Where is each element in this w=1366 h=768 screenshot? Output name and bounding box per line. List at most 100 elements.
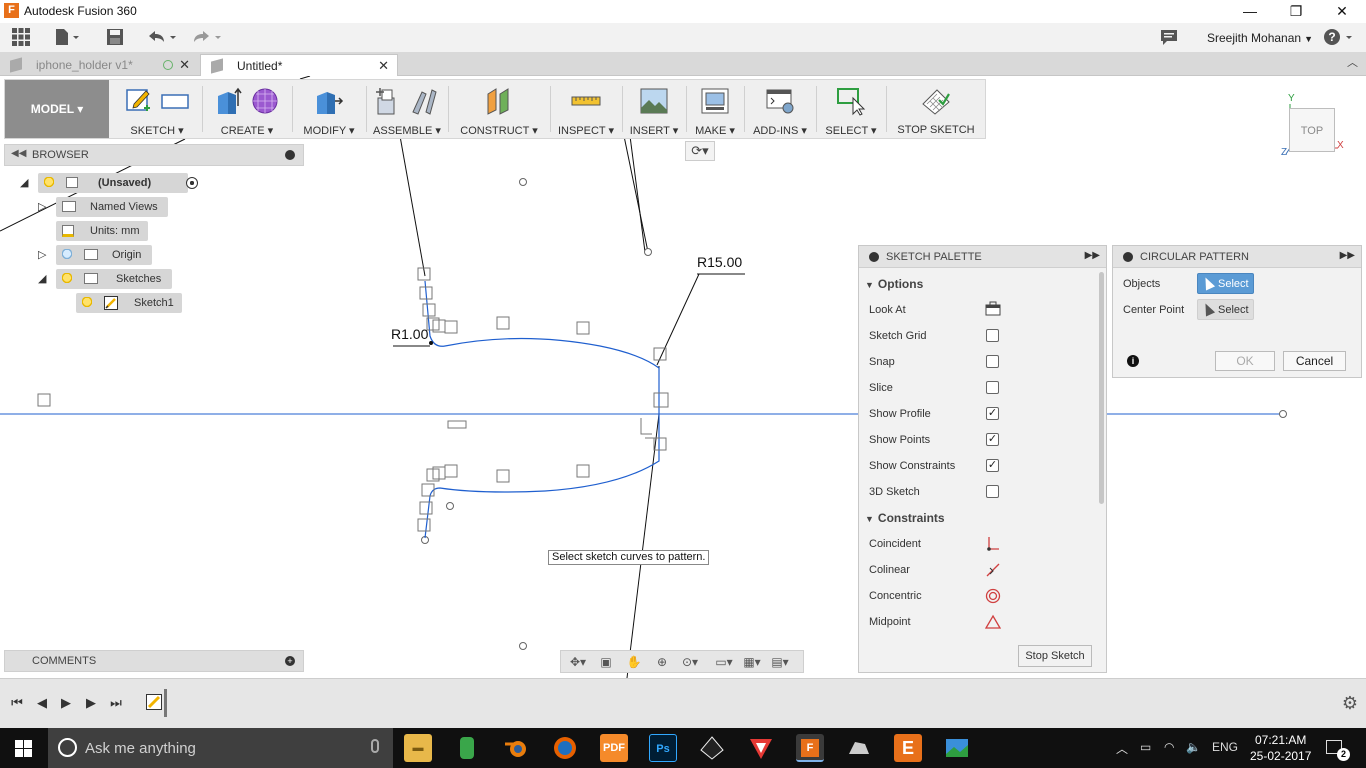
look-at-icon[interactable]	[985, 301, 1001, 317]
collapse-ribbon-icon[interactable]: ︿	[1347, 54, 1358, 70]
sketch1-node[interactable]: Sketch1	[76, 293, 182, 313]
modify-group[interactable]: MODIFY ▾	[293, 80, 365, 138]
go-to-start-icon[interactable]: ⏮	[9, 695, 25, 711]
option-slice[interactable]: Slice	[869, 378, 1089, 398]
user-account-menu[interactable]: Sreejith Mohanan ▼	[1207, 31, 1313, 45]
language-indicator[interactable]: ENG	[1212, 740, 1238, 754]
help-icon[interactable]: ?	[1323, 28, 1357, 48]
add-comment-icon[interactable]: +	[285, 656, 295, 666]
fusion-360-taskbar-icon[interactable]: F	[796, 734, 824, 762]
select-cursor-icon[interactable]	[836, 86, 866, 116]
constraint-concentric[interactable]: Concentric	[869, 586, 1089, 606]
circular-pattern-header[interactable]: CIRCULAR PATTERN ▶▶	[1113, 246, 1361, 268]
pan-hand-icon[interactable]: ✋	[623, 654, 645, 670]
minimize-panel-icon[interactable]	[285, 150, 295, 160]
visibility-bulb-icon[interactable]	[44, 177, 54, 189]
insert-group[interactable]: INSERT ▾	[623, 80, 685, 138]
minimize-palette-icon[interactable]	[869, 252, 879, 262]
3d-print-icon[interactable]	[700, 86, 730, 116]
expand-palette-icon[interactable]: ▶▶	[1085, 250, 1100, 261]
palette-scrollbar[interactable]	[1099, 272, 1104, 504]
tab-untitled[interactable]: Untitled* ✕	[200, 54, 398, 76]
midpoint-icon[interactable]	[984, 614, 1002, 630]
microphone-icon[interactable]	[371, 739, 379, 753]
vivaldi-icon[interactable]	[747, 734, 775, 762]
center-point-select-button[interactable]: Select	[1197, 299, 1254, 320]
stop-sketch-button[interactable]: Stop Sketch	[1018, 645, 1092, 667]
concentric-icon[interactable]	[985, 588, 1001, 604]
green-app-icon[interactable]	[453, 734, 481, 762]
collapse-panel-icon[interactable]: ◀◀	[11, 148, 26, 159]
show-hidden-icons[interactable]: ︿	[1116, 740, 1128, 757]
maximize-button[interactable]: ❐	[1273, 0, 1319, 23]
viewports-icon[interactable]: ▤▾	[769, 654, 791, 670]
slice-checkbox[interactable]	[986, 381, 999, 394]
3d-sketch-checkbox[interactable]	[986, 485, 999, 498]
option-snap[interactable]: Snap	[869, 352, 1089, 372]
new-component-icon[interactable]	[374, 86, 404, 116]
system-clock[interactable]: 07:21:AM 25-02-2017	[1250, 732, 1311, 764]
browser-row-sketches[interactable]: ◢ Sketches	[38, 269, 178, 289]
file-explorer-icon[interactable]: ▬	[404, 734, 432, 762]
create-sketch-icon[interactable]	[124, 86, 154, 116]
root-node[interactable]: (Unsaved)	[38, 173, 188, 193]
extrude-icon[interactable]	[214, 86, 244, 116]
play-icon[interactable]: ▶	[83, 695, 99, 711]
add-ins-group[interactable]: ADD-INS ▾	[745, 80, 815, 138]
named-views-node[interactable]: Named Views	[56, 197, 168, 217]
cortana-search-box[interactable]: Ask me anything	[48, 728, 393, 768]
go-to-end-icon[interactable]: ⏭	[108, 695, 124, 711]
firefox-icon[interactable]	[551, 734, 579, 762]
objects-select-button[interactable]: Select	[1197, 273, 1254, 294]
radius-dimension-r15[interactable]: R15.00	[697, 254, 742, 270]
look-at-face-icon[interactable]: ▣	[595, 654, 617, 670]
display-settings-icon[interactable]: ▭▾	[713, 654, 735, 670]
battery-icon[interactable]: ▭	[1140, 740, 1151, 754]
constraints-section-header[interactable]: ▼ Constraints	[865, 511, 945, 525]
sketch-group[interactable]: SKETCH ▾	[113, 80, 201, 138]
visibility-bulb-icon[interactable]	[62, 273, 72, 285]
comments-panel-header[interactable]: COMMENTS +	[4, 650, 304, 672]
radius-dimension-r1[interactable]: R1.00	[391, 326, 428, 342]
tab-iphone-holder[interactable]: iphone_holder v1* ✕	[0, 54, 198, 76]
browser-panel-header[interactable]: ◀◀ BROWSER	[4, 144, 304, 166]
option-sketch-grid[interactable]: Sketch Grid	[869, 326, 1089, 346]
pdf-editor-icon[interactable]: PDF	[600, 734, 628, 762]
workspace-switcher[interactable]: MODEL ▾	[5, 80, 109, 138]
data-panel-grid-icon[interactable]	[10, 28, 32, 48]
option-show-points[interactable]: Show Points ✓	[869, 430, 1089, 450]
timeline-settings-gear-icon[interactable]: ⚙	[1342, 693, 1358, 714]
grid-snaps-icon[interactable]: ▦▾	[741, 654, 763, 670]
colinear-icon[interactable]	[985, 562, 1001, 578]
sketch-timeline-feature-icon[interactable]	[146, 694, 162, 710]
collapse-triangle-icon[interactable]: ◢	[38, 269, 52, 289]
sketch-grid-checkbox[interactable]	[986, 329, 999, 342]
orbit-icon[interactable]: ✥▾	[567, 654, 589, 670]
close-tab-icon[interactable]: ✕	[179, 54, 190, 76]
file-menu-icon[interactable]	[54, 28, 79, 48]
volume-icon[interactable]: 🔈	[1186, 740, 1201, 754]
redo-icon[interactable]	[190, 28, 221, 48]
option-show-profile[interactable]: Show Profile ✓	[869, 404, 1089, 424]
make-group[interactable]: MAKE ▾	[687, 80, 743, 138]
cat-app-icon[interactable]	[845, 734, 873, 762]
browser-row-sketch1[interactable]: Sketch1	[76, 293, 186, 313]
save-icon[interactable]	[104, 28, 126, 48]
wifi-icon[interactable]: ◠	[1164, 740, 1174, 754]
expand-triangle-icon[interactable]: ▷	[38, 245, 52, 265]
visibility-bulb-icon[interactable]	[82, 297, 92, 309]
constraint-coincident[interactable]: Coincident	[869, 534, 1089, 554]
construct-group[interactable]: CONSTRUCT ▾	[449, 80, 549, 138]
option-look-at[interactable]: Look At	[869, 300, 1089, 320]
visibility-bulb-icon[interactable]	[62, 249, 72, 261]
insert-image-icon[interactable]	[639, 86, 669, 116]
play-reverse-icon[interactable]: ▶	[58, 695, 74, 711]
rectangle-sketch-icon[interactable]	[160, 86, 190, 116]
sketch-palette-header[interactable]: SKETCH PALETTE ▶▶	[859, 246, 1106, 268]
inkscape-icon[interactable]	[698, 734, 726, 762]
option-show-constraints[interactable]: Show Constraints ✓	[869, 456, 1089, 476]
units-node[interactable]: Units: mm	[56, 221, 148, 241]
constraint-midpoint[interactable]: Midpoint	[869, 612, 1089, 632]
view-cube[interactable]: TOP	[1289, 108, 1335, 152]
offset-plane-icon[interactable]	[484, 86, 514, 116]
